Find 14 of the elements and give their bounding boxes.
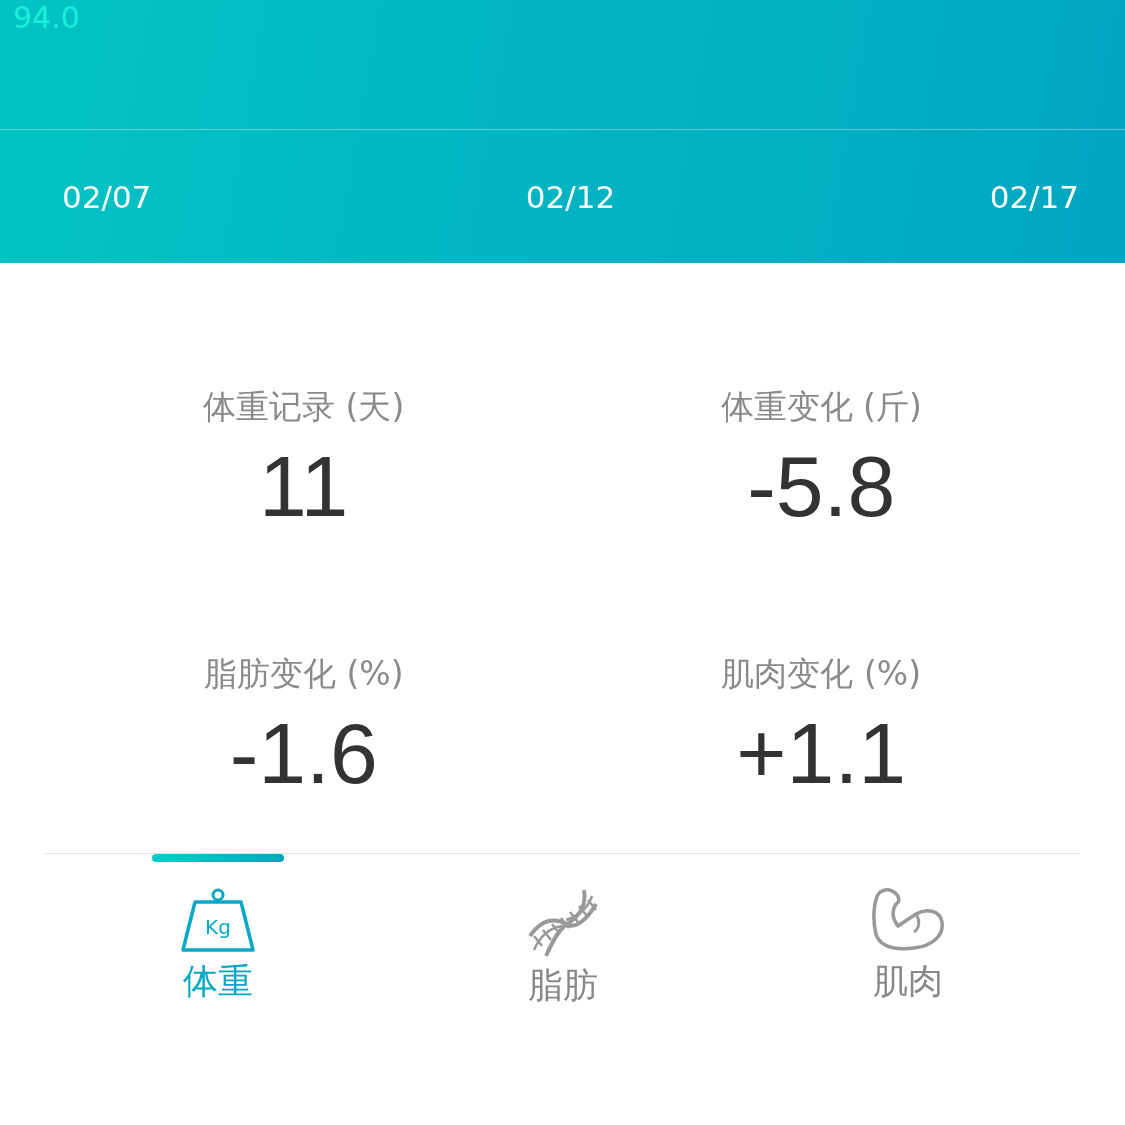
stat-label: 脂肪变化 (%) [203, 653, 404, 695]
stat-value: -1.6 [229, 705, 378, 801]
stat-value: -5.8 [747, 438, 896, 534]
stat-label: 肌肉变化 (%) [721, 653, 922, 695]
tab[interactable]: 肌肉 [735, 854, 1080, 1009]
date-label: 02/12 [525, 178, 616, 215]
tab[interactable]: Kg 体重 [45, 854, 390, 1009]
stat-label: 体重记录 (天) [203, 386, 405, 428]
date-label: 02/17 [989, 178, 1079, 215]
stat-value: +1.1 [736, 705, 907, 801]
stat-label: 体重变化 (斤) [720, 386, 922, 428]
date-label: 02/07 [62, 178, 152, 215]
stat-value: 11 [259, 438, 349, 534]
tab[interactable]: 脂肪 [390, 854, 735, 1009]
